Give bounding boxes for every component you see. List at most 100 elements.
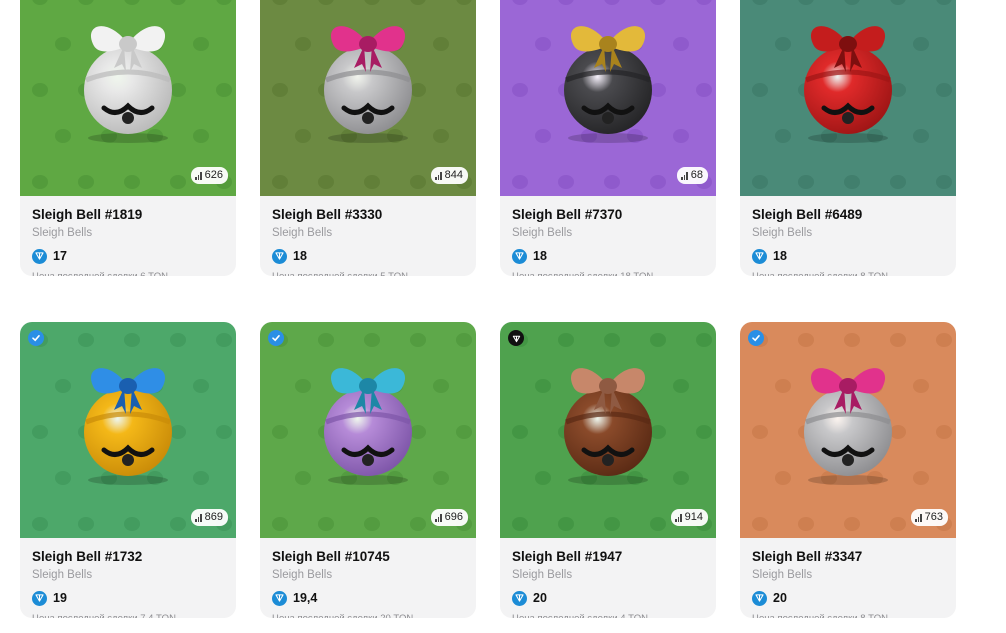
views-counter: 844 [431,167,468,184]
gift-image[interactable] [740,0,956,196]
gift-info: Sleigh Bell #10745 Sleigh Bells 19,4 Цен… [272,548,464,618]
gift-card[interactable]: 68 Sleigh Bell #7370 Sleigh Bells 18 Цен… [500,0,716,276]
gift-info: Sleigh Bell #3330 Sleigh Bells 18 Цена п… [272,206,464,276]
price-row: 20 [512,590,704,606]
last-sale-price: Цена последней сделки 4 TON [512,613,704,618]
gift-card[interactable]: 763 Sleigh Bell #3347 Sleigh Bells 20 Це… [740,322,956,618]
gift-price: 18 [773,249,787,263]
gift-grid: 626 Sleigh Bell #1819 Sleigh Bells 17 Це… [0,0,1006,633]
gift-title[interactable]: Sleigh Bell #3347 [752,548,944,566]
ton-diamond-icon [752,248,767,264]
price-row: 18 [512,248,704,264]
gift-image[interactable]: 844 [260,0,476,196]
last-sale-price: Цена последней сделки 8 TON [752,613,944,618]
sleigh-bell-icon [324,368,412,485]
gift-card[interactable]: 696 Sleigh Bell #10745 Sleigh Bells 19,4… [260,322,476,618]
gift-info: Sleigh Bell #6489 Sleigh Bells 18 Цена п… [752,206,944,276]
gift-title[interactable]: Sleigh Bell #6489 [752,206,944,224]
ton-diamond-icon [512,248,527,264]
verified-check-icon [268,330,284,346]
last-sale-price: Цена последней сделки 6 TON [32,271,224,276]
gift-title[interactable]: Sleigh Bell #10745 [272,548,464,566]
sleigh-bell-icon [84,368,172,485]
gift-price: 20 [773,591,787,605]
sleigh-bell-icon [564,368,652,485]
views-count: 763 [924,511,943,523]
gift-card[interactable]: 914 Sleigh Bell #1947 Sleigh Bells 20 Це… [500,322,716,618]
gift-title[interactable]: Sleigh Bell #7370 [512,206,704,224]
gift-collection: Sleigh Bells [512,227,573,239]
stats-bars-icon [675,513,682,522]
stats-bars-icon [681,171,688,180]
sleigh-bell-icon [324,26,412,143]
stats-bars-icon [195,171,202,180]
sleigh-bell-icon [804,368,892,485]
last-sale-price: Цена последней сделки 8 TON [752,271,944,276]
views-counter: 68 [677,167,708,184]
views-counter: 763 [911,509,948,526]
sleigh-bell-icon [84,26,172,143]
gift-collection: Sleigh Bells [512,569,573,581]
stats-bars-icon [195,513,202,522]
views-count: 844 [444,169,463,181]
gift-collection: Sleigh Bells [752,227,813,239]
gift-price: 19 [53,591,67,605]
last-sale-price: Цена последней сделки 18 TON [512,271,704,276]
gift-info: Sleigh Bell #7370 Sleigh Bells 18 Цена п… [512,206,704,276]
gift-info: Sleigh Bell #3347 Sleigh Bells 20 Цена п… [752,548,944,618]
gift-card[interactable]: Sleigh Bell #6489 Sleigh Bells 18 Цена п… [740,0,956,276]
price-row: 18 [752,248,944,264]
gift-price: 17 [53,249,67,263]
views-count: 626 [204,169,223,181]
views-count: 914 [684,511,703,523]
last-sale-price: Цена последней сделки 20 TON [272,613,464,618]
ton-diamond-icon [32,248,47,264]
verified-check-icon [28,330,44,346]
gift-price: 18 [533,249,547,263]
gift-image[interactable]: 696 [260,322,476,538]
sleigh-bell-icon [804,26,892,143]
gift-card[interactable]: 626 Sleigh Bell #1819 Sleigh Bells 17 Це… [20,0,236,276]
ton-diamond-icon [32,590,47,606]
price-row: 17 [32,248,224,264]
gift-image[interactable]: 914 [500,322,716,538]
price-row: 18 [272,248,464,264]
price-row: 19 [32,590,224,606]
gift-image[interactable]: 869 [20,322,236,538]
gift-title[interactable]: Sleigh Bell #1819 [32,206,224,224]
views-counter: 869 [191,509,228,526]
gift-card[interactable]: 869 Sleigh Bell #1732 Sleigh Bells 19 Це… [20,322,236,618]
last-sale-price: Цена последней сделки 5 TON [272,271,464,276]
views-counter: 626 [191,167,228,184]
gift-collection: Sleigh Bells [32,569,93,581]
gift-title[interactable]: Sleigh Bell #1947 [512,548,704,566]
gift-collection: Sleigh Bells [272,569,333,581]
gift-collection: Sleigh Bells [752,569,813,581]
views-counter: 914 [671,509,708,526]
gift-title[interactable]: Sleigh Bell #3330 [272,206,464,224]
verified-check-icon [748,330,764,346]
stats-bars-icon [435,171,442,180]
price-row: 20 [752,590,944,606]
gift-title[interactable]: Sleigh Bell #1732 [32,548,224,566]
gift-image[interactable]: 626 [20,0,236,196]
gift-info: Sleigh Bell #1732 Sleigh Bells 19 Цена п… [32,548,224,618]
gift-price: 19,4 [293,591,318,605]
ton-diamond-icon [272,590,287,606]
ton-logo-icon [508,330,524,346]
gift-collection: Sleigh Bells [272,227,333,239]
stats-bars-icon [915,513,922,522]
views-counter: 696 [431,509,468,526]
gift-info: Sleigh Bell #1947 Sleigh Bells 20 Цена п… [512,548,704,618]
gift-info: Sleigh Bell #1819 Sleigh Bells 17 Цена п… [32,206,224,276]
ton-diamond-icon [512,590,527,606]
gift-price: 20 [533,591,547,605]
gift-collection: Sleigh Bells [32,227,93,239]
gift-price: 18 [293,249,307,263]
gift-image[interactable]: 763 [740,322,956,538]
stats-bars-icon [435,513,442,522]
gift-image[interactable]: 68 [500,0,716,196]
gift-card[interactable]: 844 Sleigh Bell #3330 Sleigh Bells 18 Це… [260,0,476,276]
last-sale-price: Цена последней сделки 7,4 TON [32,613,224,618]
price-row: 19,4 [272,590,464,606]
